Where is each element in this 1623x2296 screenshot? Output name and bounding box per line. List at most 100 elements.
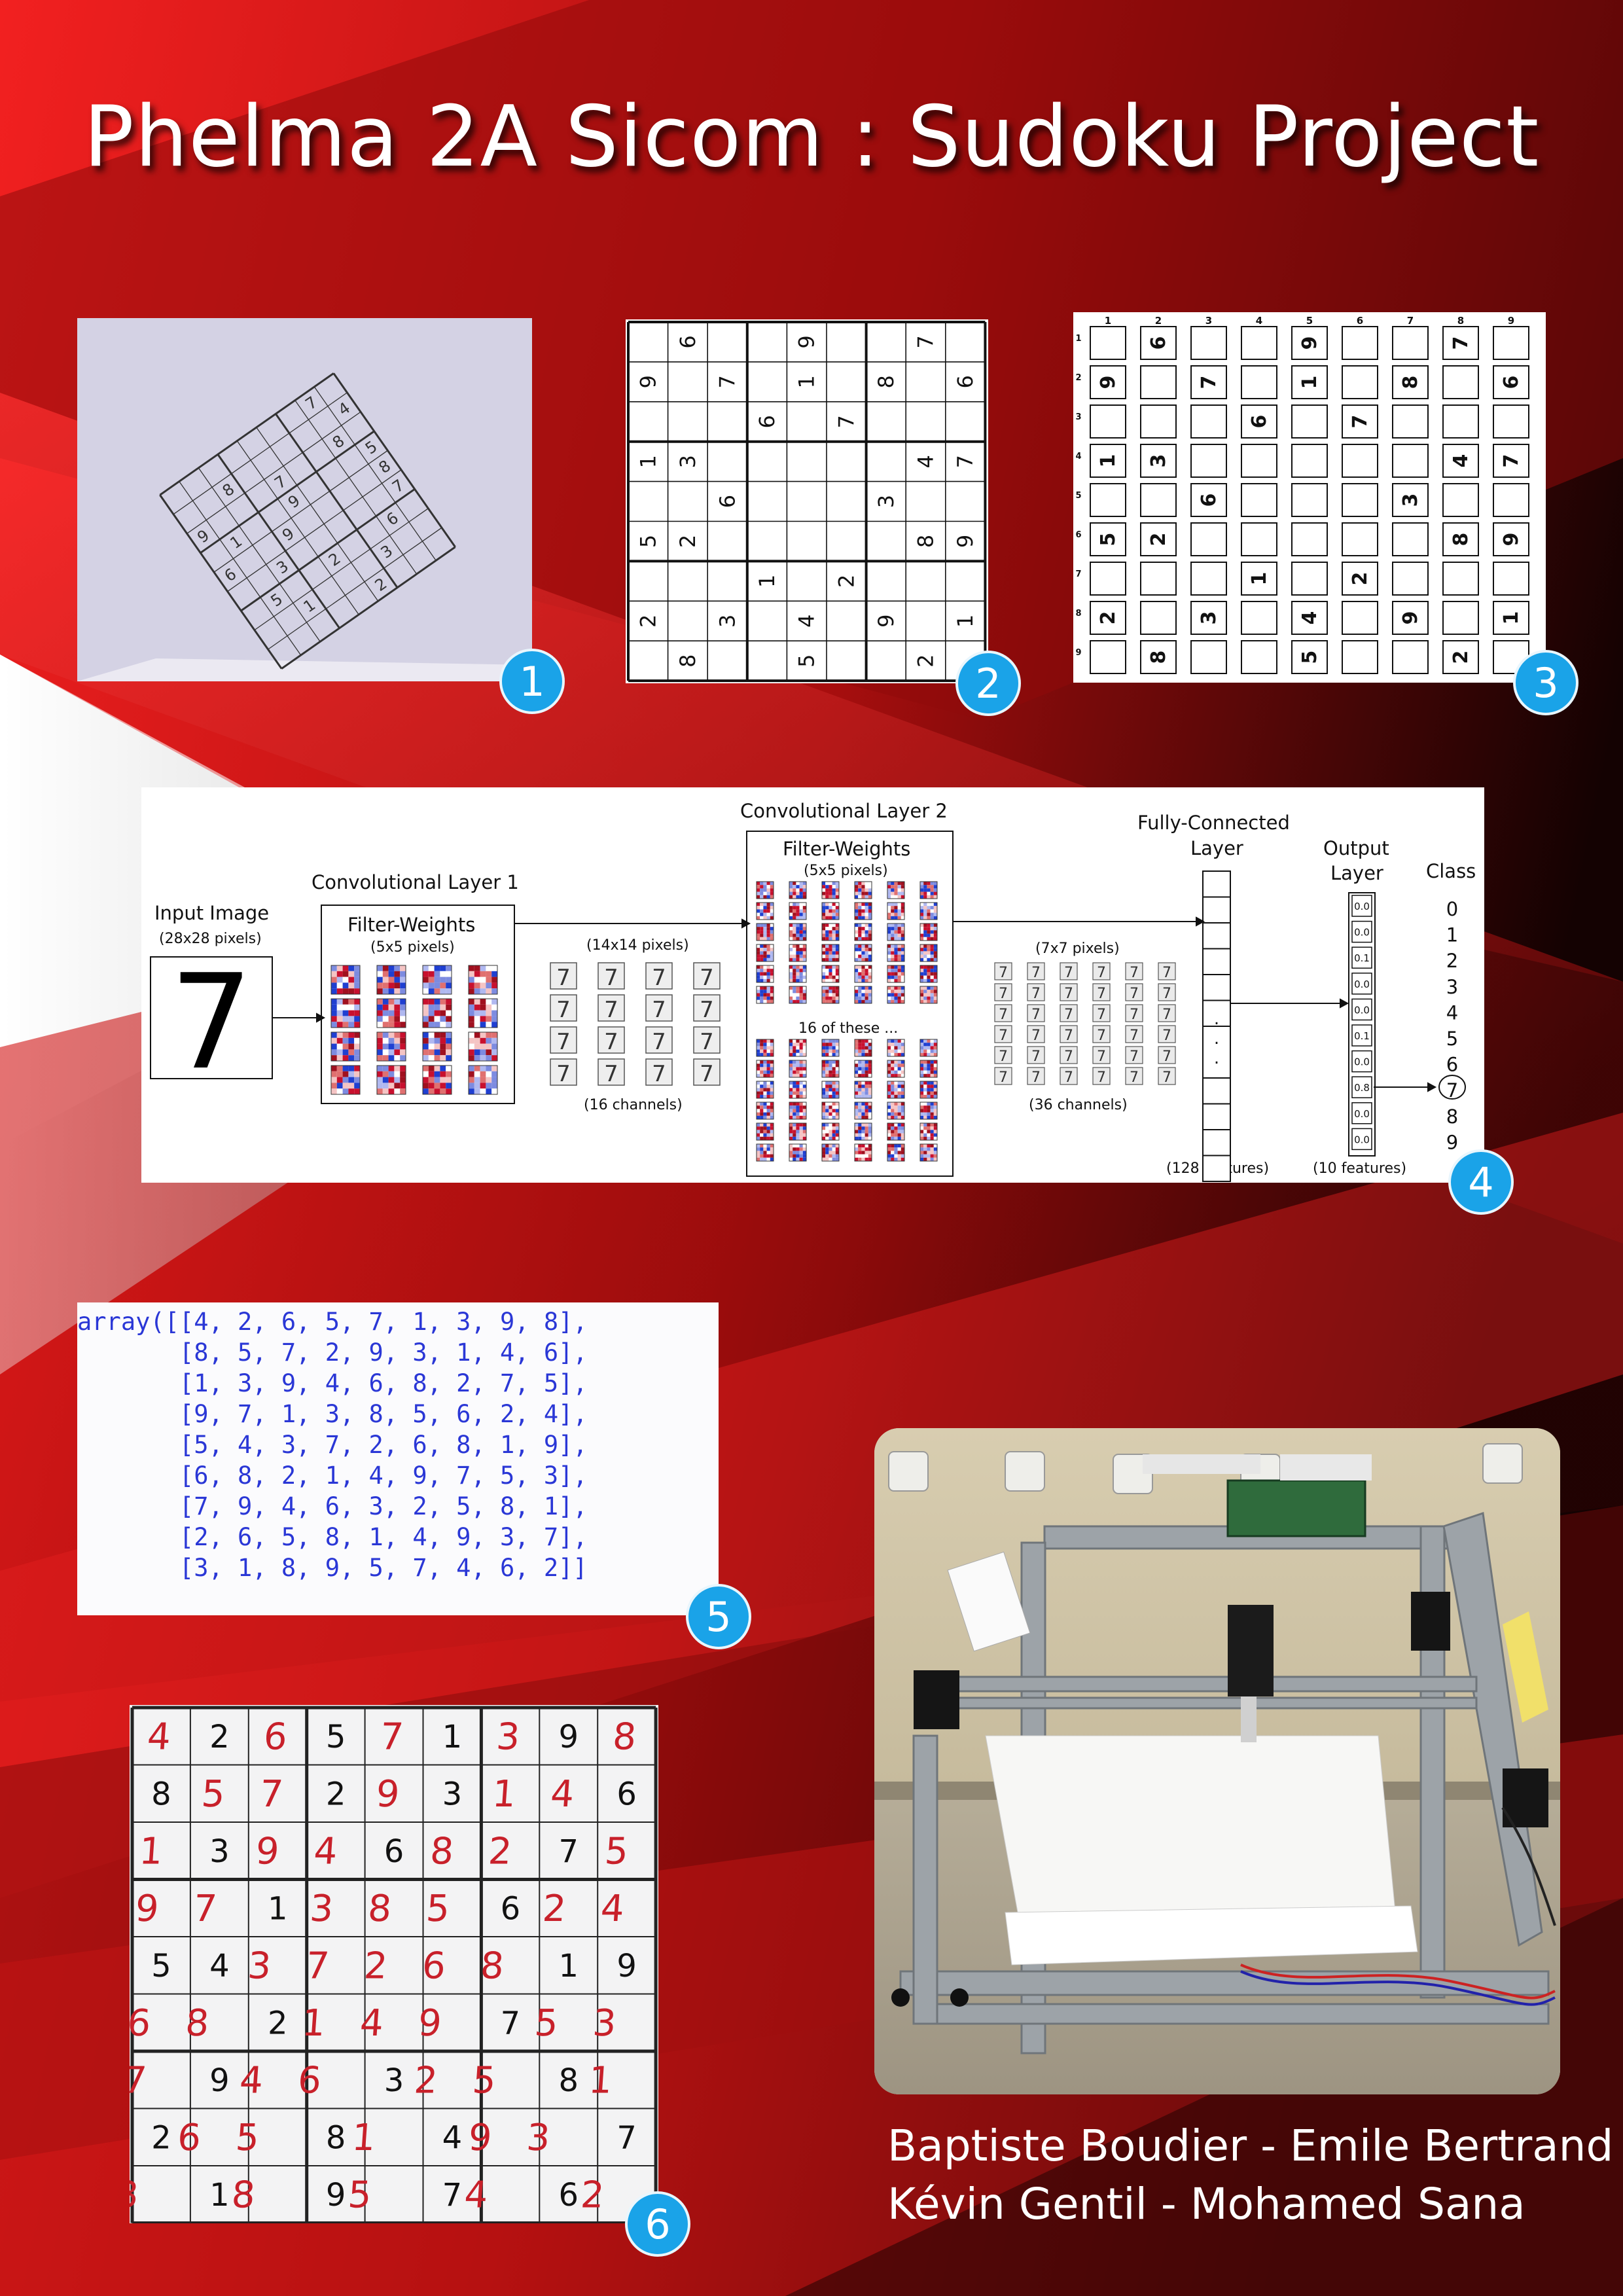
filter-pixel	[930, 1115, 934, 1119]
filter-pixel	[757, 1081, 760, 1085]
filter-pixel	[901, 1039, 904, 1043]
filter-pixel	[887, 1136, 891, 1140]
filter-pixel	[887, 1043, 891, 1047]
filter-pixel	[829, 906, 832, 910]
filter-pixel	[933, 986, 937, 990]
filter-pixel	[868, 944, 872, 948]
filter-pixel	[897, 1144, 901, 1148]
filter-pixel	[835, 1049, 839, 1053]
filter-pixel	[766, 993, 770, 997]
filter-pixel	[923, 1049, 927, 1053]
filter-pixel	[894, 954, 898, 958]
filter-pixel	[855, 916, 859, 920]
cell-box	[1241, 326, 1277, 360]
filter-pixel	[832, 1112, 836, 1116]
filter-pixel	[861, 888, 865, 892]
filter-pixel	[897, 1157, 901, 1161]
filter-pixel	[891, 1133, 895, 1137]
filter-pixel	[832, 1046, 836, 1050]
filter-pixel	[799, 1094, 803, 1098]
filter-pixel	[868, 1126, 872, 1130]
cell-digit: 1	[1248, 572, 1271, 586]
filter-pixel	[796, 909, 800, 913]
cell-col-label: 6	[1357, 315, 1363, 327]
filter-pixel	[793, 1073, 796, 1077]
filter-pixel	[835, 1147, 839, 1151]
filter-pixel	[763, 948, 767, 952]
filter-pixel	[757, 965, 760, 969]
filter-pixel	[802, 906, 806, 910]
filter-pixel	[799, 885, 803, 889]
filter-pixel	[933, 1070, 937, 1074]
feature-map-2-digit: 7	[1031, 965, 1041, 981]
filter-pixel	[763, 895, 767, 899]
filter-pixel	[855, 891, 859, 895]
filter-pixel	[474, 1043, 480, 1050]
filter-pixel	[832, 903, 836, 906]
filter-pixel	[491, 1055, 497, 1061]
filter-pixel	[865, 937, 868, 941]
filter-pixel	[766, 1060, 770, 1064]
filter-pixel	[822, 1144, 826, 1148]
filter-pixel	[793, 1157, 796, 1161]
filter-pixel	[832, 948, 836, 952]
filter-pixel	[861, 1102, 865, 1106]
filter-pixel	[757, 895, 760, 899]
filter-pixel	[766, 958, 770, 961]
filter-pixel	[923, 888, 927, 892]
filter-pixel	[336, 1088, 343, 1094]
filter-pixel	[469, 1032, 474, 1038]
filter-pixel	[894, 888, 898, 892]
filter-pixel	[923, 944, 927, 948]
filter-pixel	[789, 882, 793, 886]
filter-pixel	[825, 912, 829, 916]
cell-digit: 3	[1198, 611, 1221, 625]
filter-pixel	[822, 996, 826, 1000]
output-value: 0.0	[1354, 927, 1370, 939]
filter-pixel	[891, 1039, 895, 1043]
filter-pixel	[802, 1136, 806, 1140]
filter-pixel	[897, 958, 901, 961]
printed-digit: 9	[616, 1948, 637, 1984]
filter-pixel	[763, 1133, 767, 1137]
filter-pixel	[901, 933, 904, 937]
filter-pixel	[766, 912, 770, 916]
filter-pixel	[865, 912, 868, 916]
filter-pixel	[760, 1046, 764, 1050]
filter-pixel	[428, 1083, 435, 1089]
filter-pixel	[469, 1083, 474, 1089]
filter-pixel	[770, 1147, 774, 1151]
filter-pixel	[927, 912, 931, 916]
filter-pixel	[480, 965, 486, 971]
filter-pixel	[920, 888, 924, 892]
handwritten-digit: 6	[262, 1716, 289, 1759]
filter-pixel	[822, 1123, 826, 1127]
filter-pixel	[796, 1130, 800, 1134]
printed-digit: 2	[268, 2005, 288, 2041]
filter-pixel	[920, 1130, 924, 1134]
filter-pixel	[894, 885, 898, 889]
filter-pixel	[469, 1071, 474, 1077]
filter-pixel	[766, 916, 770, 920]
filter-pixel	[789, 927, 793, 931]
filter-pixel	[793, 933, 796, 937]
output-value: 0.8	[1354, 1082, 1370, 1094]
filter-pixel	[789, 1157, 793, 1161]
filter-pixel	[933, 948, 937, 952]
filter-pixel	[923, 965, 927, 969]
filter-pixel	[868, 1105, 872, 1109]
filter-pixel	[336, 1037, 343, 1044]
filter-pixel	[763, 1046, 767, 1050]
filter-pixel	[770, 1039, 774, 1043]
filter-pixel	[861, 891, 865, 895]
filter-pixel	[933, 1049, 937, 1053]
filter-pixel	[832, 1133, 836, 1137]
map2-size: (7x7 pixels)	[1035, 941, 1120, 957]
filter-pixel	[894, 1073, 898, 1077]
filter-pixel	[891, 978, 895, 982]
filter-pixel	[757, 1105, 760, 1109]
filter-pixel	[835, 969, 839, 973]
filter-pixel	[763, 986, 767, 990]
filter-pixel	[799, 1144, 803, 1148]
filter-pixel	[763, 1115, 767, 1119]
